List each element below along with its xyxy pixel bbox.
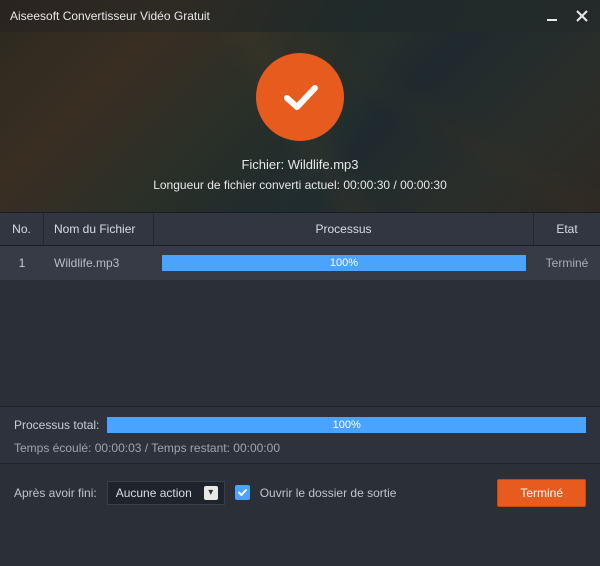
close-icon	[576, 10, 588, 22]
row-progress-bar: 100%	[162, 255, 526, 271]
converted-length-line: Longueur de fichier converti actuel: 00:…	[153, 178, 447, 192]
window-controls	[544, 8, 590, 24]
open-folder-label[interactable]: Ouvrir le dossier de sortie	[260, 486, 397, 500]
check-icon	[237, 487, 248, 498]
col-header-state: Etat	[534, 213, 600, 245]
length-prefix: Longueur de fichier converti actuel:	[153, 178, 340, 192]
cell-process: 100%	[154, 246, 534, 280]
close-button[interactable]	[574, 8, 590, 24]
after-finish-select[interactable]: Aucune action	[107, 481, 225, 505]
total-progress-bar: 100%	[107, 417, 586, 433]
col-header-process: Processus	[154, 213, 534, 245]
minimize-icon	[546, 10, 558, 22]
current-file-line: Fichier: Wildlife.mp3	[241, 157, 358, 172]
col-header-name: Nom du Fichier	[44, 213, 154, 245]
elapsed-value: 00:00:03	[95, 441, 142, 455]
cell-name: Wildlife.mp3	[44, 246, 154, 280]
cell-state: Terminé	[534, 246, 600, 280]
remaining-label: Temps restant:	[151, 441, 230, 455]
table-row[interactable]: 1 Wildlife.mp3 100% Terminé	[0, 246, 600, 280]
total-progress-row: Processus total: 100%	[14, 417, 586, 433]
done-button[interactable]: Terminé	[497, 479, 586, 507]
success-badge	[256, 53, 344, 141]
total-label: Processus total:	[14, 418, 99, 432]
total-progress-label: 100%	[333, 419, 361, 431]
header-panel: Fichier: Wildlife.mp3 Longueur de fichie…	[0, 32, 600, 212]
time-line: Temps écoulé: 00:00:03 / Temps restant: …	[14, 441, 586, 455]
col-header-no: No.	[0, 213, 44, 245]
file-label: Fichier:	[241, 157, 284, 172]
titlebar: Aiseesoft Convertisseur Vidéo Gratuit	[0, 0, 600, 32]
select-value: Aucune action	[116, 486, 192, 500]
minimize-button[interactable]	[544, 8, 560, 24]
table-body: 1 Wildlife.mp3 100% Terminé	[0, 246, 600, 406]
app-title: Aiseesoft Convertisseur Vidéo Gratuit	[10, 9, 544, 23]
after-finish-label: Après avoir fini:	[14, 486, 97, 500]
total-bar-wrap: 100%	[107, 417, 586, 433]
elapsed-label: Temps écoulé:	[14, 441, 91, 455]
footer-bar: Après avoir fini: Aucune action Ouvrir l…	[0, 463, 600, 521]
table-header: No. Nom du Fichier Processus Etat	[0, 212, 600, 246]
remaining-value: 00:00:00	[233, 441, 280, 455]
row-progress-label: 100%	[330, 257, 358, 269]
cell-no: 1	[0, 246, 44, 280]
file-name: Wildlife.mp3	[288, 157, 359, 172]
length-total: 00:00:30	[400, 178, 447, 192]
summary-panel: Processus total: 100% Temps écoulé: 00:0…	[0, 406, 600, 463]
open-folder-checkbox[interactable]	[235, 485, 250, 500]
length-current: 00:00:30	[343, 178, 390, 192]
checkmark-icon	[275, 72, 325, 122]
